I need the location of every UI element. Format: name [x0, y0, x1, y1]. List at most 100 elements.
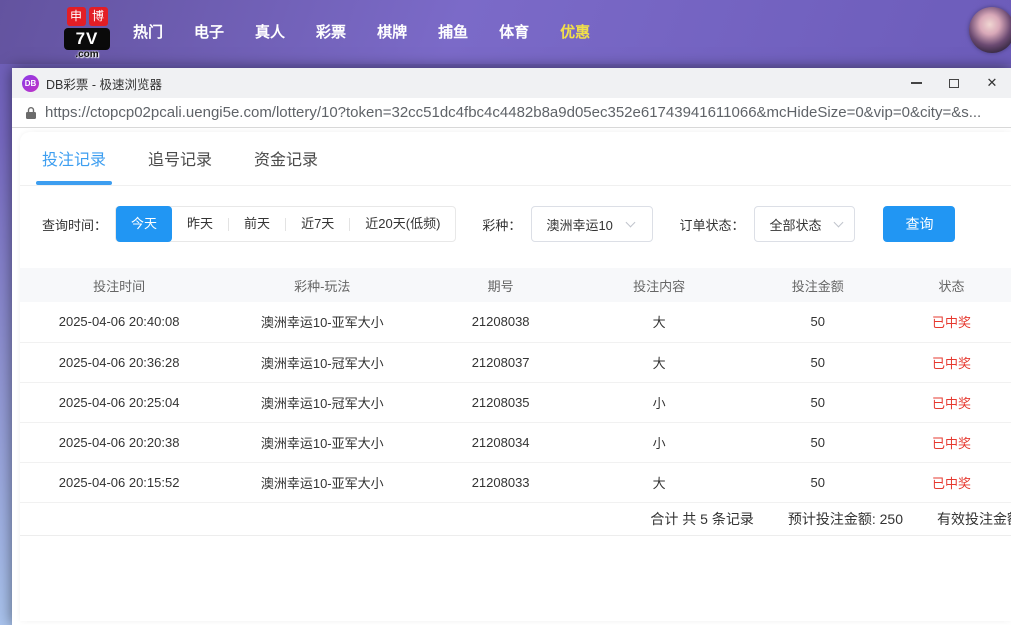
cell-issue: 21208038: [426, 302, 575, 342]
order-status-select-value: 全部状态: [769, 215, 821, 234]
time-option-yesterday[interactable]: 昨天: [172, 206, 228, 242]
record-tabs: 投注记录 追号记录 资金记录: [20, 132, 1011, 186]
close-button[interactable]: ✕: [973, 68, 1011, 98]
nav-item-live[interactable]: 真人: [255, 21, 285, 42]
cell-issue: 21208037: [426, 342, 575, 382]
col-status: 状态: [892, 268, 1011, 302]
table-row: 2025-04-06 20:36:28 澳洲幸运10-冠军大小 21208037…: [20, 342, 1011, 382]
cell-bet-time: 2025-04-06 20:15:52: [20, 462, 218, 502]
cell-issue: 21208034: [426, 422, 575, 462]
cell-bet-amount: 50: [743, 342, 892, 382]
time-option-last-20-days[interactable]: 近20天(低频): [350, 206, 455, 242]
nav-item-fishing[interactable]: 捕鱼: [438, 21, 468, 42]
url-text: https://ctopcp02pcali.uengi5e.com/lotter…: [45, 104, 981, 121]
address-bar[interactable]: https://ctopcp02pcali.uengi5e.com/lotter…: [12, 98, 1011, 128]
lottery-select-value: 澳洲幸运10: [546, 215, 612, 234]
cell-game-play: 澳洲幸运10-冠军大小: [218, 382, 426, 422]
site-nav-bar: 申 博 7V .com 热门 电子 真人 彩票 棋牌 捕鱼 体育 优惠: [0, 0, 1011, 64]
cell-game-play: 澳洲幸运10-冠军大小: [218, 342, 426, 382]
cell-status: 已中奖: [892, 302, 1011, 342]
table-row: 2025-04-06 20:25:04 澳洲幸运10-冠军大小 21208035…: [20, 382, 1011, 422]
browser-window: DB DB彩票 - 极速浏览器 ✕ https://ctopcp02pcali.…: [12, 68, 1011, 625]
cell-bet-content: 大: [575, 462, 743, 502]
cell-status: 已中奖: [892, 382, 1011, 422]
summary-row: 合计 共 5 条记录 预计投注金额: 250 有效投注金额: [20, 503, 1011, 536]
site-logo[interactable]: 申 博 7V .com: [64, 7, 110, 60]
window-titlebar: DB DB彩票 - 极速浏览器 ✕: [12, 68, 1011, 98]
cell-bet-amount: 50: [743, 422, 892, 462]
nav-item-lottery[interactable]: 彩票: [316, 21, 346, 42]
cell-game-play: 澳洲幸运10-亚军大小: [218, 302, 426, 342]
cell-issue: 21208035: [426, 382, 575, 422]
summary-total-records: 合计 共 5 条记录: [650, 509, 753, 529]
cell-bet-amount: 50: [743, 302, 892, 342]
user-avatar[interactable]: [969, 7, 1011, 53]
nav-item-slots[interactable]: 电子: [194, 21, 224, 42]
nav-item-promotions[interactable]: 优惠: [560, 21, 590, 42]
logo-domain: .com: [64, 49, 110, 60]
cell-status: 已中奖: [892, 462, 1011, 502]
tab-chase-records[interactable]: 追号记录: [148, 146, 212, 185]
lock-icon: [25, 106, 37, 120]
cell-status: 已中奖: [892, 342, 1011, 382]
chevron-down-icon: [625, 217, 635, 227]
records-card: 投注记录 追号记录 资金记录 查询时间： 今天 昨天 前天 近7天 近20天(低…: [20, 132, 1011, 621]
db-app-icon: DB: [22, 75, 39, 92]
time-option-day-before[interactable]: 前天: [229, 206, 285, 242]
nav-menu: 热门 电子 真人 彩票 棋牌 捕鱼 体育 优惠: [133, 0, 590, 62]
logo-badge-bo: 博: [89, 7, 108, 26]
logo-badge-shen: 申: [67, 7, 86, 26]
lottery-select[interactable]: 澳洲幸运10: [531, 206, 653, 242]
window-controls: ✕: [897, 68, 1011, 98]
time-option-last-7-days[interactable]: 近7天: [286, 206, 349, 242]
cell-game-play: 澳洲幸运10-亚军大小: [218, 422, 426, 462]
cell-bet-content: 小: [575, 422, 743, 462]
cell-bet-content: 大: [575, 302, 743, 342]
nav-item-hot[interactable]: 热门: [133, 21, 163, 42]
cell-status: 已中奖: [892, 422, 1011, 462]
cell-bet-time: 2025-04-06 20:36:28: [20, 342, 218, 382]
cell-issue: 21208033: [426, 462, 575, 502]
cell-bet-time: 2025-04-06 20:25:04: [20, 382, 218, 422]
time-option-today[interactable]: 今天: [116, 206, 172, 242]
col-game-play: 彩种-玩法: [218, 268, 426, 302]
cell-bet-time: 2025-04-06 20:40:08: [20, 302, 218, 342]
table-row: 2025-04-06 20:40:08 澳洲幸运10-亚军大小 21208038…: [20, 302, 1011, 342]
order-status-filter-label: 订单状态：: [679, 215, 744, 234]
close-icon: ✕: [987, 75, 998, 91]
maximize-button[interactable]: [935, 68, 973, 98]
logo-brand: 7V: [64, 28, 110, 50]
nav-item-sports[interactable]: 体育: [499, 21, 529, 42]
bets-table: 投注时间 彩种-玩法 期号 投注内容 投注金额 状态 2025-04-06 20…: [20, 268, 1011, 503]
minimize-icon: [911, 82, 922, 84]
col-bet-content: 投注内容: [575, 268, 743, 302]
minimize-button[interactable]: [897, 68, 935, 98]
filter-bar: 查询时间： 今天 昨天 前天 近7天 近20天(低频) 彩种： 澳洲幸运10 订…: [20, 186, 1011, 260]
logo-badges: 申 博: [64, 7, 110, 26]
tab-bet-records[interactable]: 投注记录: [42, 146, 106, 185]
table-row: 2025-04-06 20:15:52 澳洲幸运10-亚军大小 21208033…: [20, 462, 1011, 502]
order-status-select[interactable]: 全部状态: [754, 206, 855, 242]
lottery-filter-label: 彩种：: [482, 215, 521, 234]
time-filter-label: 查询时间：: [42, 215, 107, 234]
chevron-down-icon: [834, 217, 844, 227]
time-filter-group: 今天 昨天 前天 近7天 近20天(低频): [115, 206, 456, 242]
nav-item-chess[interactable]: 棋牌: [377, 21, 407, 42]
cell-bet-content: 小: [575, 382, 743, 422]
cell-bet-amount: 50: [743, 382, 892, 422]
summary-valid-amount: 有效投注金额: [937, 509, 1011, 529]
col-bet-amount: 投注金额: [743, 268, 892, 302]
maximize-icon: [949, 79, 959, 88]
window-title: DB彩票 - 极速浏览器: [46, 74, 162, 93]
cell-bet-amount: 50: [743, 462, 892, 502]
cell-bet-content: 大: [575, 342, 743, 382]
query-button[interactable]: 查询: [883, 206, 955, 242]
summary-expected-amount: 预计投注金额: 250: [788, 509, 903, 529]
table-header-row: 投注时间 彩种-玩法 期号 投注内容 投注金额 状态: [20, 268, 1011, 302]
table-row: 2025-04-06 20:20:38 澳洲幸运10-亚军大小 21208034…: [20, 422, 1011, 462]
col-issue: 期号: [426, 268, 575, 302]
cell-game-play: 澳洲幸运10-亚军大小: [218, 462, 426, 502]
tab-fund-records[interactable]: 资金记录: [254, 146, 318, 185]
col-bet-time: 投注时间: [20, 268, 218, 302]
cell-bet-time: 2025-04-06 20:20:38: [20, 422, 218, 462]
